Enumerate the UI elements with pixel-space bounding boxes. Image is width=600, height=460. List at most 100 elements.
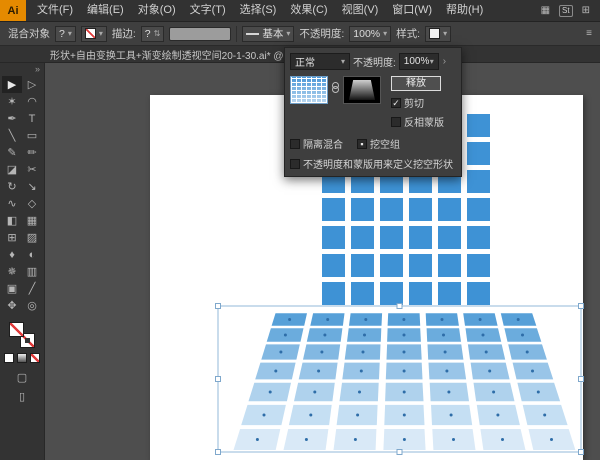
mask-gradient-shape (349, 80, 375, 100)
gradient-button[interactable] (17, 353, 27, 363)
workspace-switcher-icon[interactable]: ⊞ (582, 5, 590, 16)
menu-select[interactable]: 选择(S) (233, 0, 284, 21)
chevron-down-icon: ▾ (383, 30, 387, 38)
width-tool[interactable]: ∿ (2, 195, 22, 212)
indeterminate-checkbox-icon: ▪ (357, 139, 367, 149)
blend-mode-select[interactable]: 正常 ▾ (290, 53, 350, 70)
stroke-weight-value: ? (145, 28, 151, 40)
menu-view[interactable]: 视图(V) (335, 0, 386, 21)
flyout-chevron-icon[interactable]: › (443, 56, 446, 67)
fill-color-control[interactable]: ? ▾ (55, 26, 76, 42)
fill-swatch[interactable] (9, 322, 24, 337)
scissors-tool[interactable]: ✂ (22, 161, 42, 178)
line-segment-tool[interactable]: ╲ (2, 127, 22, 144)
opacity-value: 100% (353, 28, 380, 40)
free-transform-tool[interactable]: ◇ (22, 195, 42, 212)
control-bar: 混合对象 ? ▾ ▾ 描边: ? ⇅ 基本 ▾ 不透明度: 100% ▾ 样式:… (0, 22, 600, 46)
direct-selection-tool[interactable]: ▷ (22, 76, 42, 93)
hand-tool[interactable]: ✥ (2, 297, 22, 314)
scale-tool[interactable]: ↘ (22, 178, 42, 195)
object-thumbnail[interactable] (290, 76, 328, 104)
selection-tool[interactable]: ▶ (2, 76, 22, 93)
pencil-tool[interactable]: ✏ (22, 144, 42, 161)
app-logo: Ai (0, 0, 26, 21)
paint-mode-buttons (0, 353, 44, 363)
menu-file[interactable]: 文件(F) (30, 0, 80, 21)
width-profile-dropdown[interactable] (169, 27, 231, 41)
stock-icon[interactable]: St (559, 5, 573, 17)
menu-window[interactable]: 窗口(W) (385, 0, 439, 21)
menu-type[interactable]: 文字(T) (183, 0, 233, 21)
clip-checkbox[interactable]: ✓ 剪切 (391, 95, 444, 110)
mesh-tool[interactable]: ⊞ (2, 229, 22, 246)
release-button[interactable]: 释放 (391, 76, 441, 91)
chevron-down-icon: ▾ (99, 30, 103, 38)
mask-thumbnail[interactable] (343, 76, 381, 104)
menu-bar: Ai 文件(F) 编辑(E) 对象(O) 文字(T) 选择(S) 效果(C) 视… (0, 0, 600, 22)
column-graph-tool[interactable]: ▥ (22, 263, 42, 280)
shape-builder-tool[interactable]: ◧ (2, 212, 22, 229)
menu-help[interactable]: 帮助(H) (439, 0, 490, 21)
collapse-toolbar-icon[interactable]: » (0, 63, 44, 76)
chevron-down-icon: ▾ (68, 30, 72, 38)
brush-definition-dropdown[interactable]: 基本 ▾ (242, 26, 294, 42)
menu-edit[interactable]: 编辑(E) (80, 0, 131, 21)
knockout-group-label: 挖空组 (370, 136, 400, 151)
style-dropdown[interactable]: ▾ (425, 26, 451, 42)
blend-tool[interactable]: ◐ (22, 246, 42, 263)
color-button[interactable] (4, 353, 14, 363)
style-label: 样式: (396, 26, 420, 41)
panel-opacity-value: 100% (404, 56, 430, 67)
screen-mode-icon[interactable]: ▯ (19, 390, 25, 403)
fill-value: ? (59, 28, 65, 40)
tools-panel: » ▶ ▷ ✶ ◠ ✒ T ╲ ▭ ✎ ✏ ◪ ✂ ↻ ↘ ∿ ◇ ◧ ▦ ⊞ … (0, 63, 45, 460)
unchecked-checkbox-icon (290, 159, 300, 169)
menu-effect[interactable]: 效果(C) (283, 0, 334, 21)
none-swatch-icon (85, 28, 96, 39)
divider (236, 26, 237, 42)
style-swatch-icon (429, 28, 440, 39)
slice-tool[interactable]: ╱ (22, 280, 42, 297)
panel-menu-icon[interactable]: ≡ (586, 28, 592, 39)
opacity-label: 不透明度: (299, 26, 344, 41)
gradient-tool[interactable]: ▨ (22, 229, 42, 246)
eyedropper-tool[interactable]: ♦ (2, 246, 22, 263)
isolate-blending-checkbox[interactable]: 隔离混合 (290, 136, 343, 151)
knockout-group-checkbox[interactable]: ▪ 挖空组 (357, 136, 400, 151)
checked-checkbox-icon: ✓ (391, 98, 401, 108)
draw-mode-icon[interactable]: ▢ (17, 371, 27, 384)
pen-tool[interactable]: ✒ (2, 110, 22, 127)
opacity-dropdown[interactable]: 100% ▾ (349, 26, 391, 42)
panel-opacity-select[interactable]: 100% ▾ (399, 53, 439, 70)
stroke-weight-stepper[interactable]: ? ⇅ (141, 26, 165, 42)
symbol-sprayer-tool[interactable]: ✵ (2, 263, 22, 280)
lasso-tool[interactable]: ◠ (22, 93, 42, 110)
target-object-label: 混合对象 (8, 26, 50, 41)
invert-mask-label: 反相蒙版 (404, 114, 444, 129)
perspective-grid-tool[interactable]: ▦ (22, 212, 42, 229)
menu-object[interactable]: 对象(O) (131, 0, 183, 21)
menu-right-icons: ▦ St ⊞ (541, 5, 600, 17)
chevron-down-icon: ▾ (341, 58, 345, 66)
mask-options-column: 释放 ✓ 剪切 反相蒙版 (391, 76, 444, 129)
tool-palette: ▶ ▷ ✶ ◠ ✒ T ╲ ▭ ✎ ✏ ◪ ✂ ↻ ↘ ∿ ◇ ◧ ▦ ⊞ ▨ … (0, 76, 44, 314)
arrange-documents-icon[interactable]: ▦ (541, 5, 550, 16)
blend-mode-value: 正常 (295, 54, 315, 69)
stroke-color-control[interactable]: ▾ (81, 26, 107, 42)
panel-opacity-label: 不透明度: (353, 54, 396, 69)
none-button[interactable] (30, 353, 40, 363)
invert-mask-checkbox[interactable]: 反相蒙版 (391, 114, 444, 129)
blend-isolation-row: 隔离混合 ▪ 挖空组 (290, 136, 456, 151)
rectangle-tool[interactable]: ▭ (22, 127, 42, 144)
opacity-mask-label: 不透明度和蒙版用来定义挖空形状 (303, 156, 453, 171)
paintbrush-tool[interactable]: ✎ (2, 144, 22, 161)
type-tool[interactable]: T (22, 110, 42, 127)
artboard-tool[interactable]: ▣ (2, 280, 22, 297)
transparency-panel: 正常 ▾ 不透明度: 100% ▾ › 释放 ✓ 剪切 (284, 47, 462, 177)
zoom-tool[interactable]: ◎ (22, 297, 42, 314)
rotate-tool[interactable]: ↻ (2, 178, 22, 195)
magic-wand-tool[interactable]: ✶ (2, 93, 22, 110)
unchecked-checkbox-icon (391, 117, 401, 127)
eraser-tool[interactable]: ◪ (2, 161, 22, 178)
opacity-mask-checkbox[interactable]: 不透明度和蒙版用来定义挖空形状 (290, 156, 456, 171)
